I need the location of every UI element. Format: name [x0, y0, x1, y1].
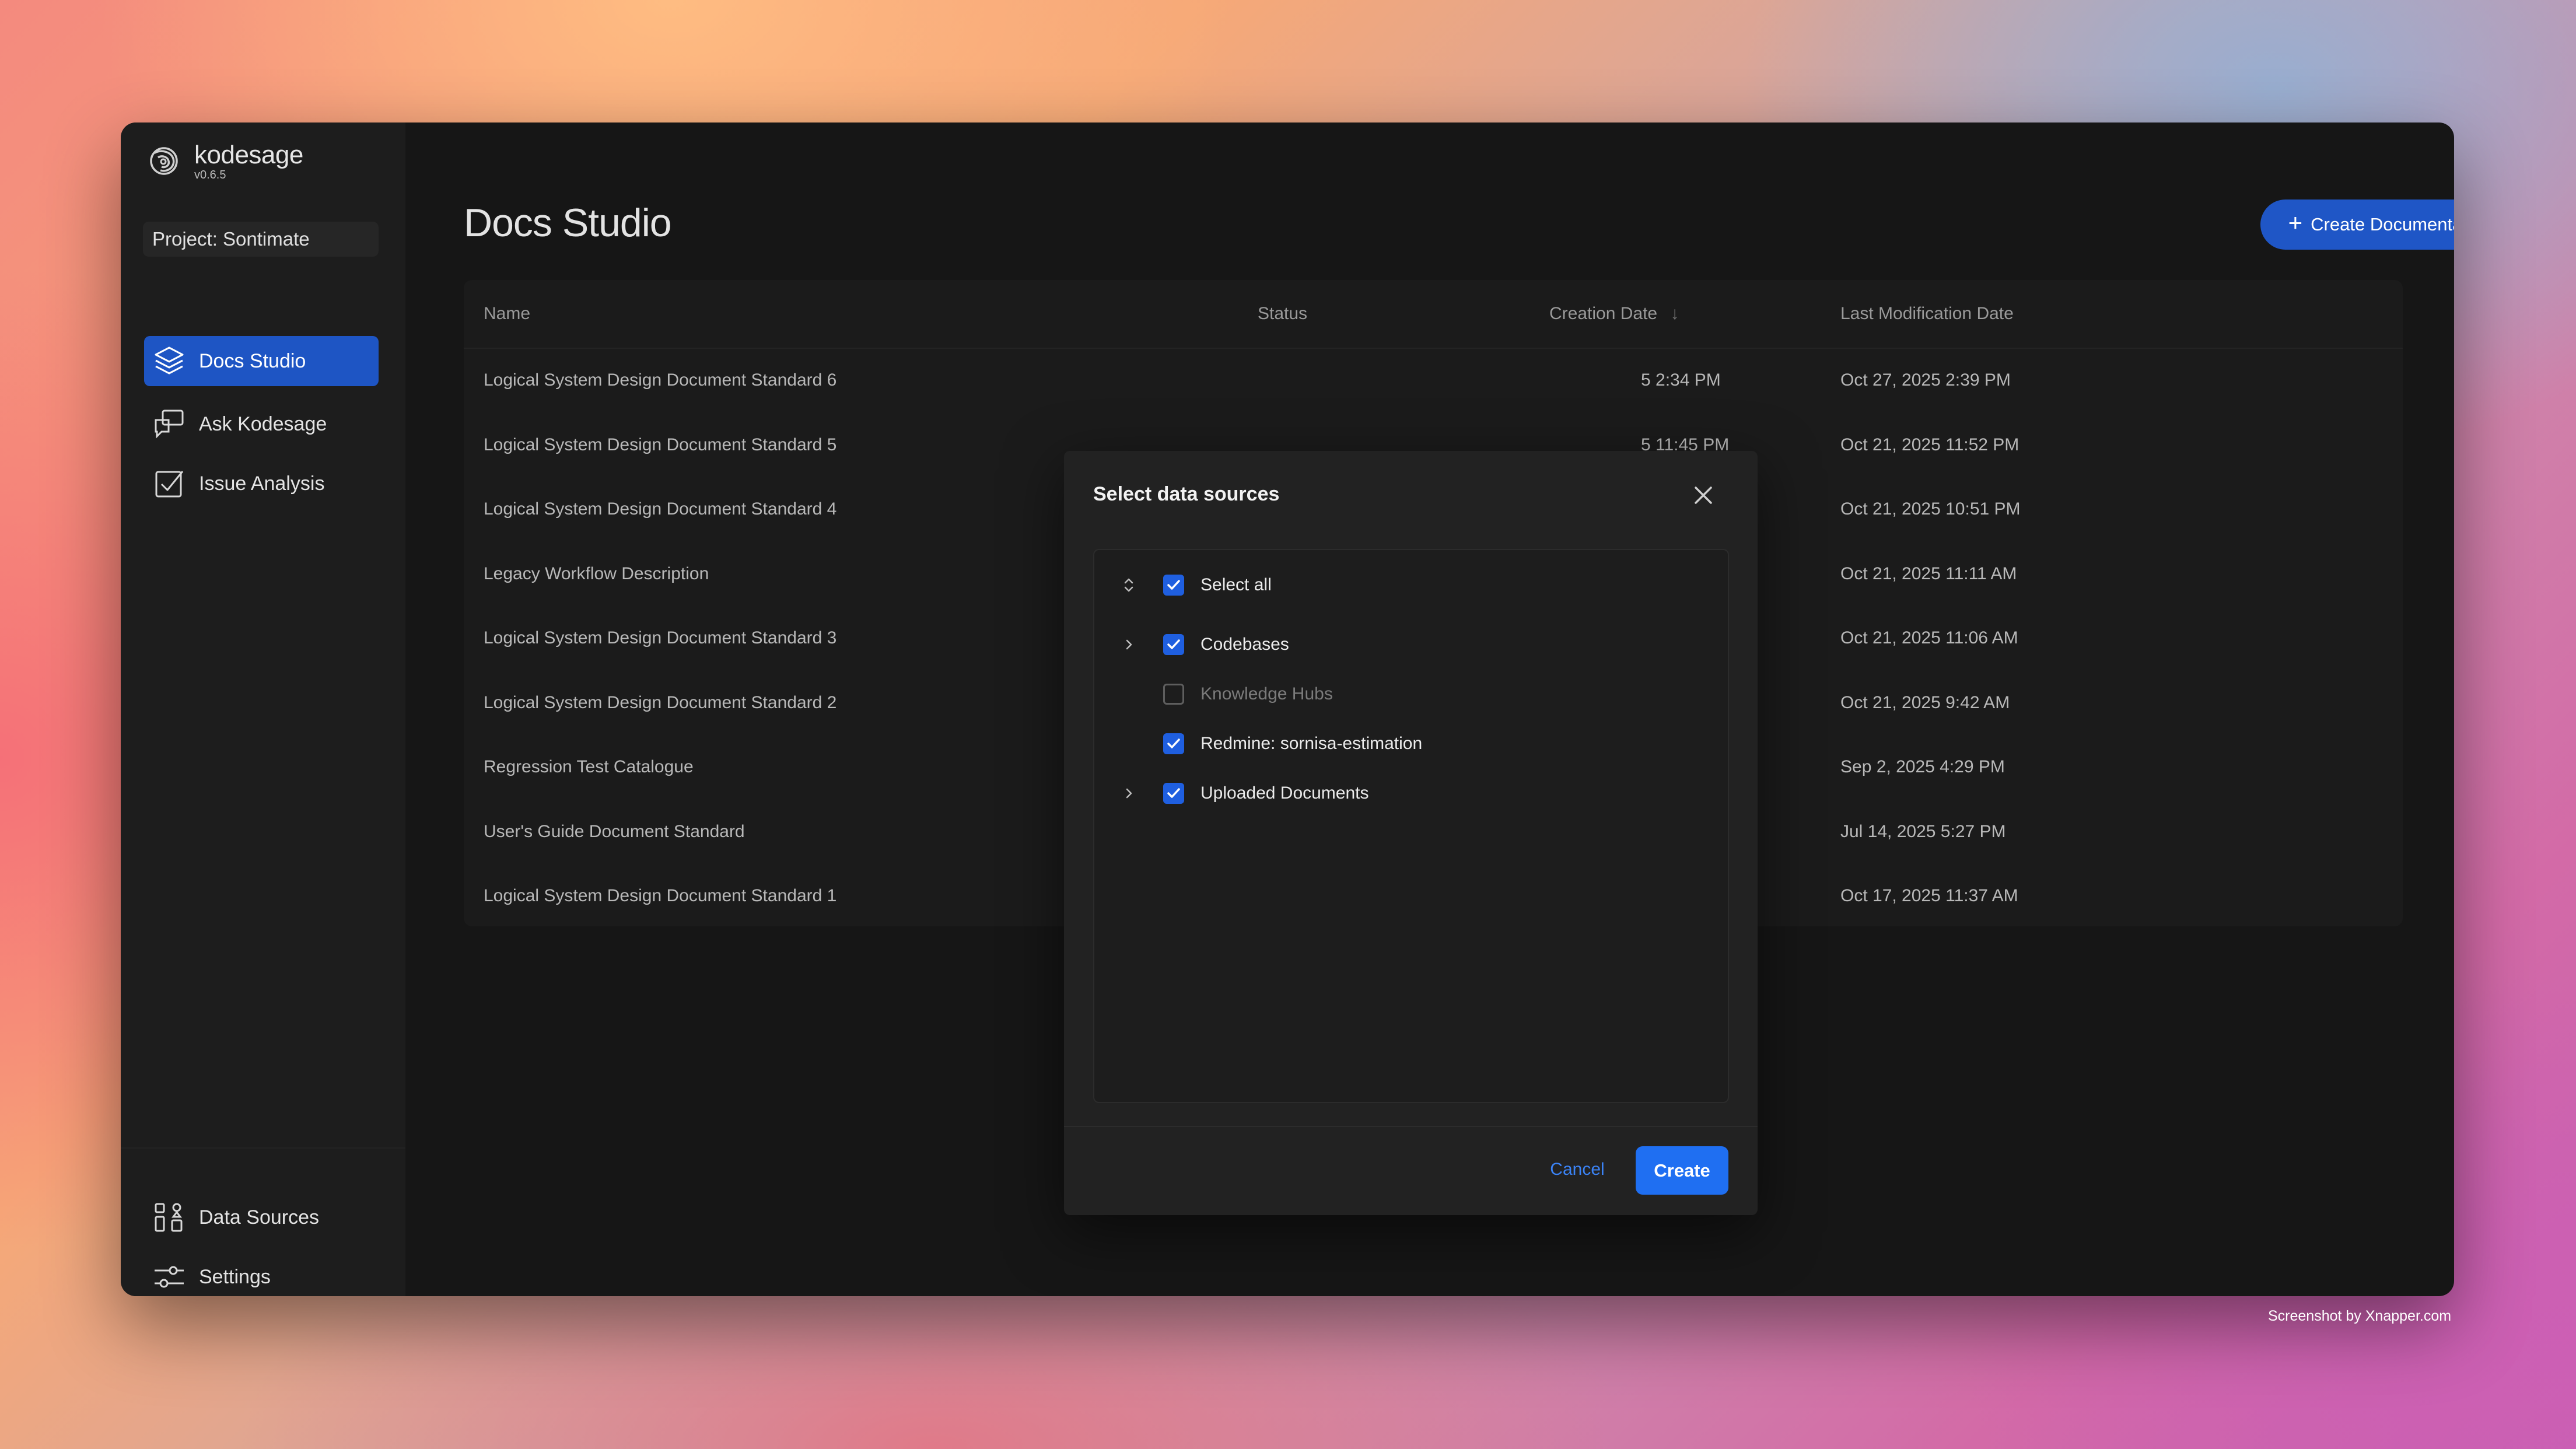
checkmark-icon — [1167, 639, 1180, 649]
cell-name: Logical System Design Document Standard … — [484, 886, 837, 905]
column-header-creation-date[interactable]: Creation Date ↓ — [1549, 280, 1679, 348]
data-source-label: Codebases — [1200, 635, 1289, 654]
create-button[interactable]: Create — [1636, 1146, 1728, 1195]
cell-name: Regression Test Catalogue — [484, 757, 694, 776]
cell-name: Logical System Design Document Standard … — [484, 435, 837, 454]
select-all-label: Select all — [1200, 575, 1272, 594]
data-sources-icon — [155, 1203, 183, 1232]
cell-creation-date: 5 2:34 PM — [1641, 370, 1721, 390]
cell-last-modification-date: Oct 21, 2025 11:11 AM — [1840, 564, 2017, 583]
column-header-name[interactable]: Name — [484, 280, 530, 348]
cell-name: Logical System Design Document Standard … — [484, 499, 837, 519]
data-source-label: Knowledge Hubs — [1200, 684, 1333, 704]
cell-name: Logical System Design Document Standard … — [484, 628, 837, 648]
nav-item-docs-studio[interactable]: Docs Studio — [144, 336, 379, 386]
project-selector[interactable]: Project: Sontimate — [143, 222, 379, 257]
kodesage-logo-icon — [150, 147, 178, 175]
chevron-right-icon[interactable] — [1120, 636, 1138, 653]
sort-descending-icon[interactable]: ↓ — [1670, 304, 1679, 323]
select-data-sources-dialog: Select data sources Select all Codebases… — [1064, 451, 1758, 1215]
sidebar-divider — [121, 1147, 405, 1149]
chevron-right-icon[interactable] — [1120, 785, 1138, 802]
table-row[interactable]: Logical System Design Document Standard … — [464, 348, 2403, 412]
layers-icon — [155, 346, 184, 374]
checkmark-icon — [1167, 580, 1180, 590]
cell-last-modification-date: Oct 27, 2025 2:39 PM — [1840, 370, 2011, 390]
app-window: kodesage v0.6.5 Project: Sontimate Ask K… — [121, 123, 2454, 1296]
nav-label: Data Sources — [199, 1206, 319, 1228]
app-name: kodesage — [194, 141, 303, 169]
nav-label: Docs Studio — [199, 349, 306, 372]
nav-item-ask-kodesage[interactable]: Ask Kodesage — [144, 399, 379, 449]
data-source-redmine-sornisa-estimation-row[interactable]: Redmine: sornisa-estimation — [1094, 726, 1728, 761]
data-source-uploaded-documents-row[interactable]: Uploaded Documents — [1094, 776, 1728, 811]
data-source-label: Uploaded Documents — [1200, 783, 1369, 803]
column-header-status[interactable]: Status — [1258, 280, 1307, 348]
select-all-row[interactable]: Select all — [1094, 568, 1728, 603]
expand-collapse-all-icon[interactable] — [1120, 576, 1138, 594]
table-header: Name Status Creation Date ↓ Last Modific… — [464, 280, 2403, 349]
nav-item-data-sources[interactable]: Data Sources — [144, 1192, 379, 1242]
logo[interactable]: kodesage v0.6.5 — [144, 141, 303, 181]
cell-last-modification-date: Sep 2, 2025 4:29 PM — [1840, 757, 2005, 776]
dialog-footer-divider — [1064, 1126, 1758, 1127]
nav-item-settings[interactable]: Settings — [144, 1252, 379, 1296]
data-source-knowledge-hubs-row: Knowledge Hubs — [1094, 677, 1728, 712]
data-source-tree: Select all Codebases Knowledge Hubs Redmin… — [1093, 549, 1729, 1103]
data-source-checkbox[interactable] — [1163, 733, 1184, 754]
sliders-icon — [155, 1266, 184, 1288]
checkmark-icon — [1167, 788, 1180, 798]
checkmark-icon — [1167, 738, 1180, 748]
nav-item-issue-analysis[interactable]: Issue Analysis — [144, 459, 379, 509]
cell-last-modification-date: Oct 21, 2025 9:42 AM — [1840, 692, 2010, 712]
create-documentation-label: Create Documentation — [2311, 214, 2454, 235]
column-header-last-modification-date[interactable]: Last Modification Date — [1840, 280, 2014, 348]
nav-label: Issue Analysis — [199, 472, 325, 495]
chat-icon — [155, 410, 184, 439]
dialog-title: Select data sources — [1093, 483, 1280, 505]
cancel-button[interactable]: Cancel — [1536, 1146, 1618, 1193]
nav-label: Settings — [199, 1265, 271, 1288]
cell-last-modification-date: Jul 14, 2025 5:27 PM — [1840, 821, 2006, 841]
checkbox-edit-icon — [155, 471, 184, 498]
data-source-codebases-row[interactable]: Codebases — [1094, 627, 1728, 662]
data-source-checkbox[interactable] — [1163, 634, 1184, 655]
cell-name: Logical System Design Document Standard … — [484, 692, 837, 712]
column-header-label: Creation Date — [1549, 304, 1658, 323]
page-title: Docs Studio — [464, 201, 672, 245]
cell-name: Legacy Workflow Description — [484, 564, 709, 583]
data-source-checkbox[interactable] — [1163, 783, 1184, 804]
cell-name: Logical System Design Document Standard … — [484, 370, 837, 390]
plus-icon: + — [2288, 209, 2303, 236]
data-source-label: Redmine: sornisa-estimation — [1200, 734, 1423, 753]
nav-label: Ask Kodesage — [199, 412, 327, 435]
watermark: Screenshot by Xnapper.com — [2268, 1308, 2452, 1324]
close-icon[interactable] — [1690, 482, 1717, 509]
select-all-checkbox[interactable] — [1163, 575, 1184, 596]
cell-name: User's Guide Document Standard — [484, 821, 745, 841]
cell-last-modification-date: Oct 21, 2025 11:52 PM — [1840, 435, 2020, 454]
cell-last-modification-date: Oct 21, 2025 10:51 PM — [1840, 499, 2021, 519]
data-source-checkbox — [1163, 684, 1184, 705]
create-documentation-button[interactable]: + Create Documentation — [2260, 200, 2454, 250]
cell-last-modification-date: Oct 17, 2025 11:37 AM — [1840, 886, 2018, 905]
cell-last-modification-date: Oct 21, 2025 11:06 AM — [1840, 628, 2018, 648]
sidebar: kodesage v0.6.5 Project: Sontimate Ask K… — [121, 123, 405, 1296]
app-version: v0.6.5 — [194, 169, 226, 181]
